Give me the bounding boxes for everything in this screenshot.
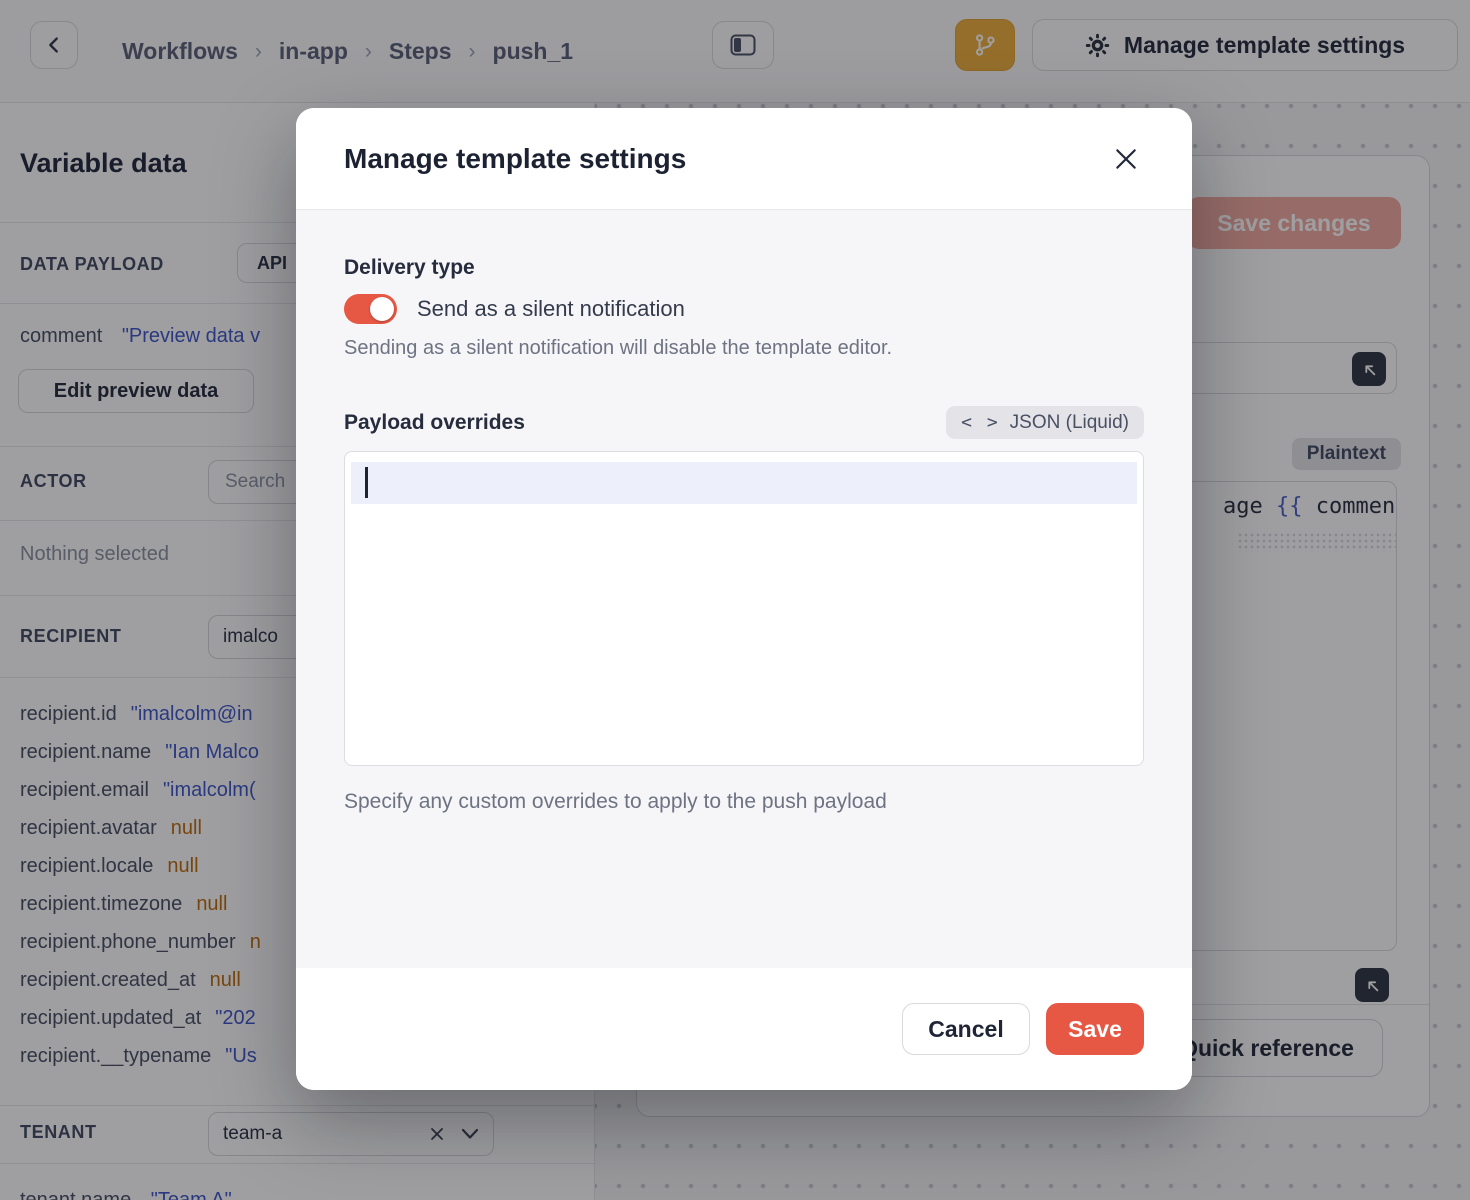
close-modal-button[interactable] xyxy=(1104,137,1148,181)
text-caret xyxy=(365,467,368,498)
modal-header: Manage template settings xyxy=(296,108,1192,210)
toggle-knob xyxy=(370,297,394,321)
app-window: Workflows › in-app › Steps › push_1 xyxy=(0,0,1470,1200)
manage-template-settings-modal: Manage template settings Delivery type S… xyxy=(296,108,1192,1090)
silent-notification-label: Send as a silent notification xyxy=(417,296,685,322)
payload-overrides-label: Payload overrides xyxy=(344,411,525,435)
silent-notification-toggle[interactable] xyxy=(344,294,397,324)
close-icon xyxy=(1113,146,1139,172)
format-badge: < > JSON (Liquid) xyxy=(946,406,1144,439)
save-button[interactable]: Save xyxy=(1046,1003,1144,1055)
toggle-help-text: Sending as a silent notification will di… xyxy=(344,337,1144,360)
code-icon: < > xyxy=(961,412,1000,433)
modal-footer: Cancel Save xyxy=(296,968,1192,1090)
modal-body: Delivery type Send as a silent notificat… xyxy=(296,210,1192,968)
editor-active-line xyxy=(351,462,1137,504)
silent-notification-row: Send as a silent notification xyxy=(344,294,1144,324)
overrides-help-text: Specify any custom overrides to apply to… xyxy=(344,790,1144,814)
modal-title: Manage template settings xyxy=(344,143,686,175)
cancel-button[interactable]: Cancel xyxy=(902,1003,1030,1055)
payload-overrides-editor[interactable] xyxy=(344,451,1144,766)
format-badge-label: JSON (Liquid) xyxy=(1010,412,1129,434)
delivery-type-label: Delivery type xyxy=(344,256,1144,280)
payload-overrides-row: Payload overrides < > JSON (Liquid) xyxy=(344,406,1144,439)
